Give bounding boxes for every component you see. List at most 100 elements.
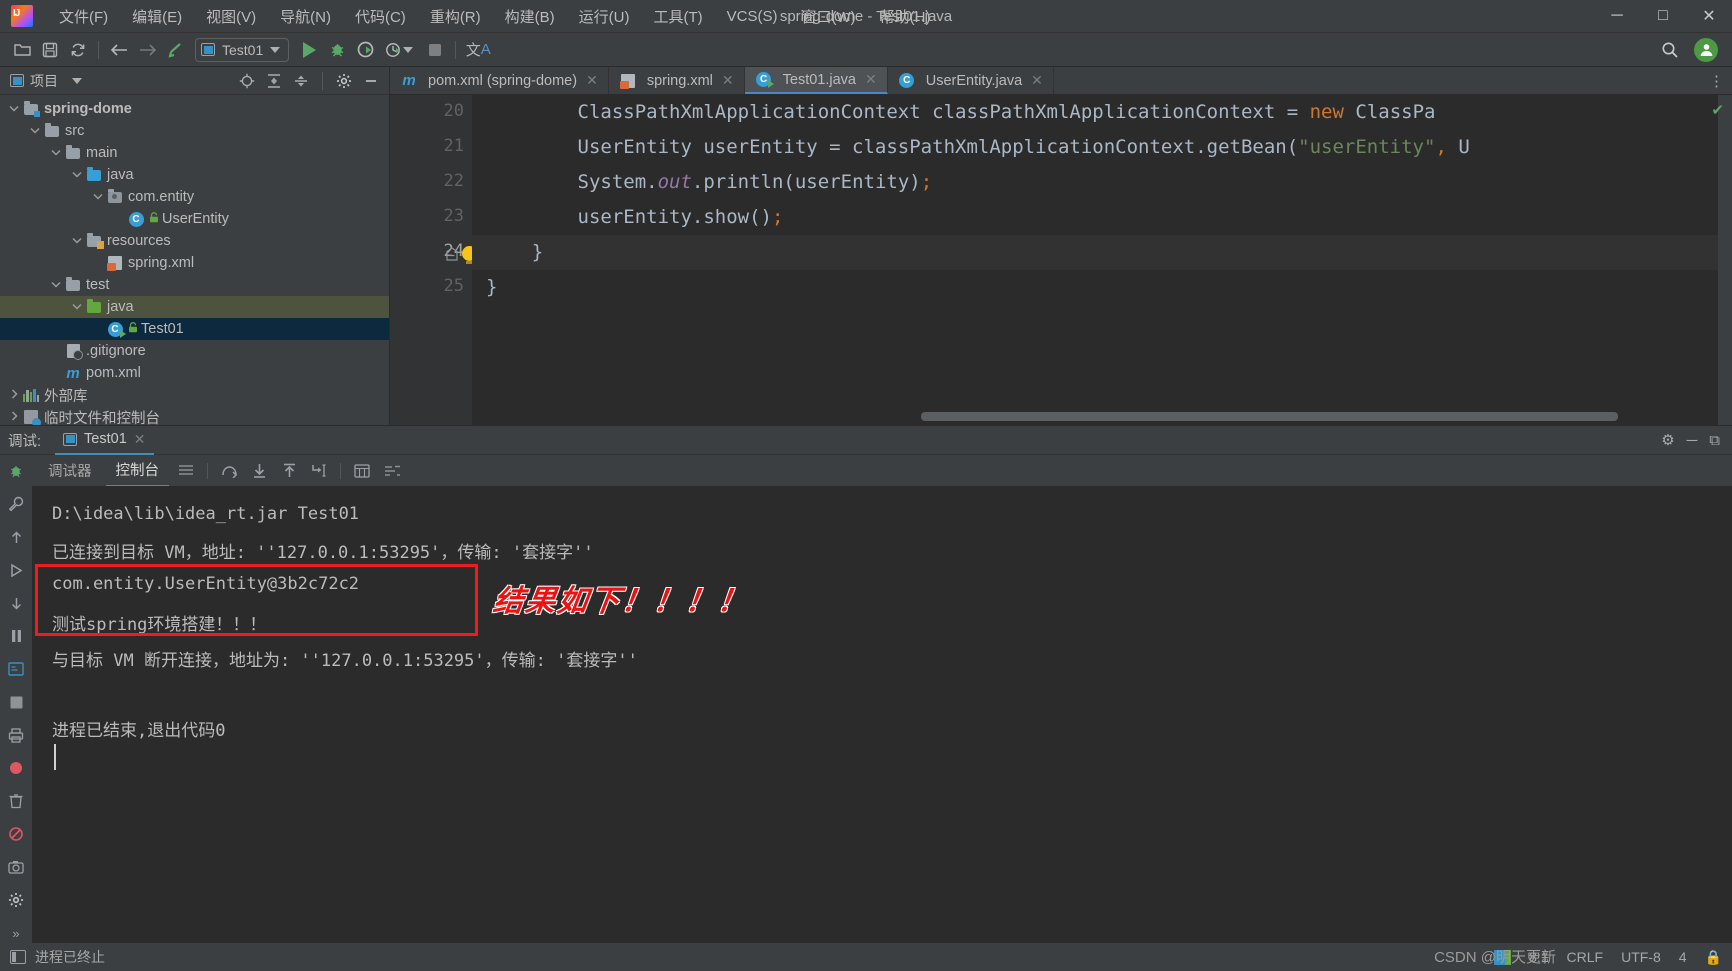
project-tree[interactable]: spring-dome src main java com.entity C UserEnt…: [0, 95, 389, 425]
step-over-icon[interactable]: [216, 459, 242, 483]
trash-icon[interactable]: [5, 791, 27, 811]
tree-item[interactable]: spring-dome: [0, 98, 389, 120]
layout-icon[interactable]: ⧉: [1709, 432, 1720, 449]
step-up-icon[interactable]: [5, 527, 27, 547]
editor-tab[interactable]: m pom.xml (spring-dome) ✕: [390, 67, 609, 94]
code-content[interactable]: ClassPathXmlApplicationContext classPath…: [472, 95, 1732, 425]
mute-icon[interactable]: [5, 824, 27, 844]
editor-horizontal-scrollbar[interactable]: [472, 412, 1718, 421]
menu-view[interactable]: 视图(V): [194, 2, 268, 31]
debug-button[interactable]: [323, 37, 351, 63]
expand-all-icon[interactable]: [262, 70, 286, 92]
debug-session-tab[interactable]: Test01 ✕: [55, 426, 154, 455]
close-icon[interactable]: ✕: [134, 431, 146, 448]
translate-icon[interactable]: 文A: [462, 37, 494, 63]
close-icon[interactable]: ✕: [1031, 72, 1043, 89]
tree-item[interactable]: resources: [0, 230, 389, 252]
chevron-down-icon[interactable]: [69, 302, 85, 313]
chevron-down-icon[interactable]: [6, 104, 22, 115]
file-encoding[interactable]: UTF-8: [1621, 949, 1661, 965]
build-project-icon[interactable]: [161, 37, 189, 63]
wrench-icon[interactable]: [5, 494, 27, 514]
tree-item[interactable]: src: [0, 120, 389, 142]
menu-refactor[interactable]: 重构(R): [418, 2, 493, 31]
menu-vcs[interactable]: VCS(S): [715, 4, 790, 29]
locate-icon[interactable]: [235, 70, 259, 92]
tree-item[interactable]: 临时文件和控制台: [0, 406, 389, 425]
menu-file[interactable]: 文件(F): [47, 2, 120, 31]
hide-panel-icon[interactable]: [359, 70, 383, 92]
profile-chevron-down-icon[interactable]: [403, 46, 414, 53]
indent-size[interactable]: 4: [1679, 949, 1687, 965]
toggle-tool-windows-icon[interactable]: [10, 950, 26, 964]
tab-debugger[interactable]: 调试器: [38, 456, 102, 485]
menu-help[interactable]: 帮助(H): [868, 2, 943, 31]
lock-icon[interactable]: 🔒: [1705, 949, 1722, 966]
editor-tab[interactable]: C UserEntity.java ✕: [888, 67, 1054, 94]
console-output[interactable]: D:\idea\lib\idea_rt.jar Test01 已连接到目标 VM，…: [32, 486, 1732, 943]
debug-icon[interactable]: [5, 461, 27, 481]
maximize-button[interactable]: □: [1640, 0, 1686, 33]
chevron-down-icon[interactable]: [90, 192, 106, 203]
code-editor[interactable]: 20 21 22 23 24 25 ClassPathXmlApplicatio…: [390, 95, 1732, 425]
more-icon[interactable]: »: [5, 923, 27, 943]
account-avatar[interactable]: [1694, 37, 1718, 62]
tree-item[interactable]: main: [0, 142, 389, 164]
error-marker-strip[interactable]: ✔: [1711, 95, 1732, 425]
close-icon[interactable]: ✕: [865, 71, 877, 88]
stop-process-icon[interactable]: [5, 692, 27, 712]
tree-item[interactable]: test: [0, 274, 389, 296]
editor-tab[interactable]: C Test01.java ✕: [744, 67, 888, 94]
line-separator[interactable]: CRLF: [1567, 949, 1604, 965]
editor-tabs[interactable]: m pom.xml (spring-dome) ✕ spring.xml ✕ C Test0…: [390, 67, 1732, 95]
gear-icon[interactable]: [5, 890, 27, 910]
resume-program-icon[interactable]: [5, 560, 27, 580]
run-configuration-selector[interactable]: Test01: [195, 37, 290, 62]
chevron-down-icon[interactable]: [48, 148, 64, 159]
tree-item[interactable]: 外部库: [0, 384, 389, 406]
menu-edit[interactable]: 编辑(E): [120, 2, 194, 31]
tree-item[interactable]: java: [0, 164, 389, 186]
editor-gutter[interactable]: 20 21 22 23 24 25: [390, 95, 477, 425]
console-lines-icon[interactable]: [173, 459, 199, 483]
tab-console[interactable]: 控制台: [105, 455, 169, 487]
menu-window[interactable]: 窗口(W): [789, 2, 867, 31]
run-button[interactable]: [295, 37, 323, 63]
menu-build[interactable]: 构建(B): [493, 2, 567, 31]
close-button[interactable]: ✕: [1686, 0, 1732, 33]
menu-tools[interactable]: 工具(T): [641, 2, 714, 31]
close-icon[interactable]: ✕: [722, 72, 734, 89]
mute-breakpoints-icon[interactable]: [5, 758, 27, 778]
tree-item[interactable]: com.entity: [0, 186, 389, 208]
step-out-icon[interactable]: [276, 459, 302, 483]
camera-icon[interactable]: [5, 857, 27, 877]
menu-navigate[interactable]: 导航(N): [268, 2, 343, 31]
run-to-cursor-icon[interactable]: [306, 459, 332, 483]
chevron-right-icon[interactable]: [6, 410, 22, 424]
tree-item[interactable]: C Test01: [0, 318, 389, 340]
tree-item[interactable]: m pom.xml: [0, 362, 389, 384]
gear-icon[interactable]: ⚙: [1661, 431, 1674, 449]
code-fold-icon[interactable]: [446, 247, 458, 261]
tree-item[interactable]: C UserEntity: [0, 208, 389, 230]
hide-icon[interactable]: ─: [1687, 432, 1698, 449]
console-view-icon[interactable]: [5, 659, 27, 679]
minimize-button[interactable]: ─: [1594, 0, 1640, 33]
tree-item[interactable]: spring.xml: [0, 252, 389, 274]
close-icon[interactable]: ✕: [586, 72, 598, 89]
step-into-icon[interactable]: [246, 459, 272, 483]
settings-icon[interactable]: [332, 70, 356, 92]
editor-tabs-overflow[interactable]: ⋮: [1701, 67, 1732, 94]
save-all-icon[interactable]: [36, 37, 64, 63]
settings-list-icon[interactable]: [379, 459, 405, 483]
collapse-all-icon[interactable]: [289, 70, 313, 92]
menu-code[interactable]: 代码(C): [343, 2, 418, 31]
editor-tab[interactable]: spring.xml ✕: [609, 67, 745, 94]
stop-button[interactable]: [421, 37, 449, 63]
tree-item[interactable]: .gitignore: [0, 340, 389, 362]
menu-run[interactable]: 运行(U): [567, 2, 642, 31]
print-icon[interactable]: [5, 725, 27, 745]
chevron-down-icon[interactable]: [69, 236, 85, 247]
chevron-down-icon[interactable]: [69, 170, 85, 181]
tree-item[interactable]: java: [0, 296, 389, 318]
